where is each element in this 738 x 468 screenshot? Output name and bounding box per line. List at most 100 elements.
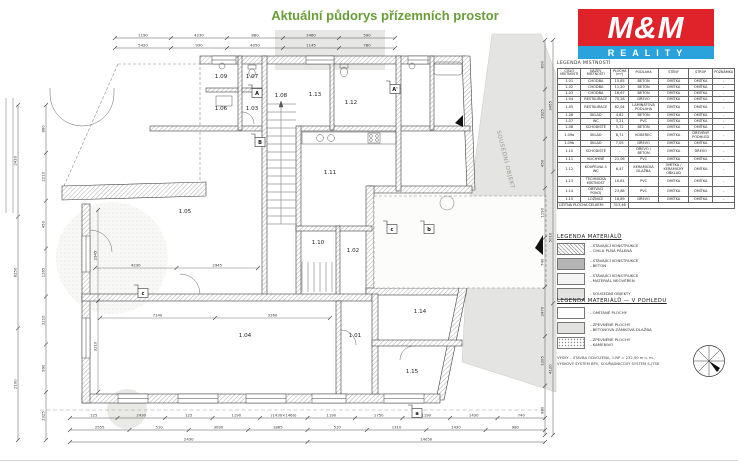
survey-notes: VÝŠKY – STAVBA ODVOZENA, 1.NP = 232,90 m… bbox=[557, 356, 707, 367]
dimension-value: 5010 bbox=[548, 232, 553, 242]
table-row: 1.14OBÝVACÍ POKOJ23,88PVCOMÍTKAOMÍTKA- bbox=[558, 186, 735, 196]
room-label: 1.15 bbox=[406, 369, 419, 375]
table-row: 1.09aSKLAD8,71KOBERECOMÍTKADŘEVĚNÝ PODHL… bbox=[558, 130, 735, 140]
dimension-value: 1190 bbox=[326, 413, 336, 418]
dimension-value: 1190 bbox=[540, 207, 545, 217]
staircase-secondary bbox=[302, 262, 332, 292]
cabinet bbox=[216, 96, 232, 106]
dimension-value: 4120 bbox=[548, 364, 553, 374]
stove bbox=[368, 133, 380, 143]
room-label: 1.05 bbox=[179, 209, 192, 215]
dimension-value: 1430 bbox=[451, 425, 461, 430]
table-row: 1.05RESTAURACE82,04LAMINÁTOVÁ PODLAHAOMÍ… bbox=[558, 102, 735, 112]
room-label: 1.03 bbox=[246, 106, 259, 112]
room-label: 1.13 bbox=[309, 92, 322, 98]
dimension-value: 930 bbox=[195, 43, 203, 48]
dimension-value: 1265 bbox=[41, 267, 46, 277]
column-header: STĚNY bbox=[658, 69, 688, 79]
dimension-value: 2430 bbox=[13, 155, 18, 165]
dimension-value: 1145 bbox=[306, 43, 316, 48]
dimension-value: 2470 bbox=[540, 306, 545, 316]
dimension-value: 3455 bbox=[548, 100, 553, 110]
legend-materials-items: - STÁVAJÍCÍ KONSTRUKCE - CIHLA PLNÁ PÁLE… bbox=[557, 243, 735, 300]
dimension-value: 4230 bbox=[131, 263, 141, 268]
column-header: STROP bbox=[689, 69, 713, 79]
room-table-header: ČÍSLO MÍSTNOSTINÁZEV MÍSTNOSTIPLOCHA (m²… bbox=[558, 69, 735, 79]
courtyard-outline bbox=[64, 64, 200, 186]
column-header: NÁZEV MÍSTNOSTI bbox=[581, 69, 611, 79]
table-row: 1.13TECHNICKÁ MÍSTNOST10,81PVCOMÍTKAOMÍT… bbox=[558, 176, 735, 186]
kitchen-counter bbox=[302, 132, 396, 144]
dimension-value: (1430×1460) bbox=[271, 413, 297, 418]
dimension-value: 450 bbox=[540, 159, 545, 167]
dimension-value: 4230 bbox=[194, 33, 204, 38]
legend-swatch-solid bbox=[557, 258, 585, 270]
dimension-value: 2325 bbox=[41, 411, 46, 421]
legend-swatch-hatch bbox=[557, 243, 585, 255]
dimension-value: 3460 bbox=[306, 33, 316, 38]
dimension-value: 980 bbox=[512, 425, 520, 430]
dimension-value: 2100 bbox=[13, 379, 18, 389]
legend-swatch-white bbox=[557, 307, 585, 319]
room-label: 1.12 bbox=[345, 100, 357, 106]
svg-text:B: B bbox=[258, 140, 262, 146]
svg-text:b: b bbox=[427, 227, 431, 233]
room-label: 1.10 bbox=[312, 240, 325, 246]
dimension-value: 880 bbox=[41, 125, 46, 133]
room-label: 1.11 bbox=[324, 170, 337, 176]
kitchen-sink bbox=[328, 135, 335, 142]
dimension-value: 2945 bbox=[93, 250, 98, 260]
room-label: 1.14 bbox=[414, 309, 427, 315]
column-header: PODLAHA bbox=[629, 69, 659, 79]
legend-item: - STÁVAJÍCÍ KONSTRUKCE - MATERIÁL NEOVĚŘ… bbox=[557, 273, 735, 285]
column-header: PLOCHA (m²) bbox=[611, 69, 629, 79]
room-table-body: 1.01CHODBA15,85BETONOMÍTKAOMÍTKA-1.02CHO… bbox=[558, 78, 735, 208]
floorplan-page: Aktuální půdorys přízemních prostor M&M … bbox=[0, 0, 738, 468]
svg-text:c: c bbox=[391, 227, 394, 233]
dimension-value: 740 bbox=[540, 258, 545, 266]
north-compass bbox=[686, 338, 732, 384]
legend-item: - STÁVAJÍCÍ KONSTRUKCE - CIHLA PLNÁ PÁLE… bbox=[557, 243, 735, 255]
svg-text:a: a bbox=[415, 411, 418, 417]
room-label: 1.07 bbox=[246, 74, 259, 80]
table-row: 1.10SCHODIŠTĚ-DŘEVO / BETONOMÍTKADŘEVO- bbox=[558, 146, 735, 156]
dimension-value: 510 bbox=[155, 425, 163, 430]
column-header: POZNÁMKA bbox=[713, 69, 735, 79]
dimension-value: 125 bbox=[185, 413, 193, 418]
dimension-value: 3260 bbox=[268, 313, 278, 318]
dimension-value: 1310 bbox=[392, 425, 402, 430]
room-label: 1.06 bbox=[215, 106, 228, 112]
dimension-value: 2945 bbox=[212, 263, 222, 268]
dimension-value: 590 bbox=[363, 33, 371, 38]
dimension-value: 880 bbox=[251, 33, 259, 38]
dimension-value: 3210 bbox=[41, 315, 46, 325]
legend-label: - ZPEVNĚNÉ PLOCHY - BETONOVÁ ZÁMKOVÁ DLA… bbox=[590, 323, 652, 333]
dimension-value: 1190 bbox=[138, 33, 148, 38]
legend-view-title: LEGENDA MATERIÁLŮ — V POHLEDU bbox=[557, 298, 735, 304]
legend-item: - OMÍTANÉ PLOCHY bbox=[557, 307, 735, 319]
dimension-value: 1925 bbox=[540, 109, 545, 119]
legend-item: - STÁVAJÍCÍ KONSTRUKCE - BETON bbox=[557, 258, 735, 270]
legend-label: - OMÍTANÉ PLOCHY bbox=[590, 311, 627, 316]
note-line: VÝŠKOVÝ SYSTÉM BPV, SOUŘADNICOVÝ SYSTÉM … bbox=[557, 362, 707, 368]
legend-label: - ZPEVNĚNÉ PLOCHY - KAMENIVO bbox=[590, 338, 630, 348]
legend-label: - STÁVAJÍCÍ KONSTRUKCE - BETON bbox=[590, 259, 638, 269]
dimension-value: 980 bbox=[540, 406, 545, 414]
dimension-value: 5420 bbox=[138, 43, 148, 48]
room-label: 1.04 bbox=[239, 333, 252, 339]
terrace-outline bbox=[374, 196, 546, 288]
dimension-value: 2555 bbox=[95, 425, 105, 430]
kitchen-sink bbox=[317, 135, 324, 142]
legend-label: - SOUSEDNÍ OBJEKTY bbox=[590, 292, 631, 297]
dimension-value: 1190 bbox=[231, 413, 241, 418]
dimension-value: 125 bbox=[90, 413, 98, 418]
dimension-value: 1190 bbox=[421, 413, 431, 418]
room-table: ČÍSLO MÍSTNOSTINÁZEV MÍSTNOSTIPLOCHA (m²… bbox=[557, 68, 735, 209]
room-table-heading: LEGENDA MÍSTNOSTÍ bbox=[557, 61, 611, 66]
dimension-value: 2430 bbox=[136, 413, 146, 418]
dimension-value: 1865 bbox=[273, 425, 283, 430]
dimension-value: 2430 bbox=[184, 437, 194, 442]
staircase-main bbox=[267, 101, 296, 224]
room-label: 1.08 bbox=[275, 93, 288, 99]
svg-text:A: A bbox=[255, 91, 259, 97]
